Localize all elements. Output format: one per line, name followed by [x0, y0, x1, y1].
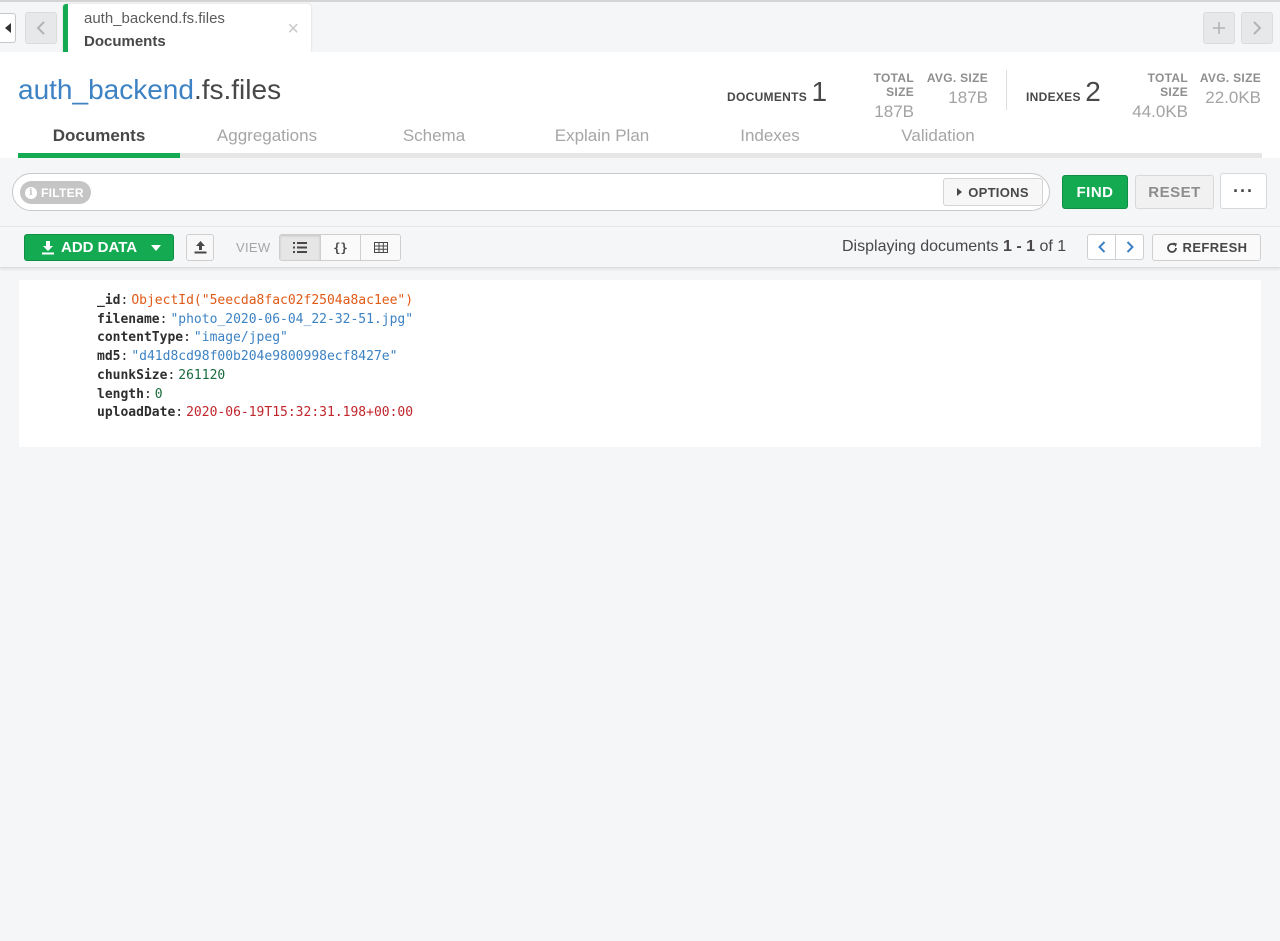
export-collection-button[interactable]	[186, 234, 214, 261]
documents-avg-size: AVG. SIZE 187B	[926, 71, 988, 107]
list-icon	[293, 242, 307, 253]
field-key[interactable]: chunkSize	[97, 368, 167, 383]
table-view-button[interactable]	[360, 235, 400, 260]
field-value[interactable]: 2020-06-19T15:32:31.198+00:00	[186, 405, 413, 420]
collection-title: auth_backend.fs.files	[18, 74, 281, 106]
options-label: OPTIONS	[968, 184, 1029, 200]
chevron-left-icon	[36, 21, 45, 35]
options-button[interactable]: OPTIONS	[943, 178, 1043, 206]
collection-name: .fs.files	[193, 74, 282, 105]
tabs-scroll-left-button[interactable]	[25, 12, 57, 44]
documents-toolbar: ADD DATA VIEW {} Displaying documents 1 …	[0, 226, 1280, 268]
chevron-right-icon	[1126, 241, 1134, 253]
field-key[interactable]: md5	[97, 349, 120, 364]
document-field-row: contentType: "image/jpeg"	[97, 330, 288, 346]
document-field-row: md5: "d41d8cd98f00b204e9800998ecf8427e"	[97, 349, 398, 365]
info-icon: i	[25, 186, 37, 199]
stats-divider	[1006, 70, 1007, 110]
collection-tabs: Documents Aggregations Schema Explain Pl…	[18, 122, 1262, 158]
plus-icon	[1213, 22, 1225, 34]
caret-down-icon	[151, 244, 162, 251]
field-value[interactable]: 0	[155, 387, 163, 402]
reset-button[interactable]: RESET	[1135, 175, 1214, 209]
chevron-left-icon	[1097, 241, 1105, 253]
workspace-tab-strip: auth_backend.fs.files Documents ×	[0, 0, 1280, 54]
tab-validation[interactable]: Validation	[857, 126, 1019, 146]
view-switcher: {}	[279, 234, 401, 261]
caret-right-icon	[957, 188, 963, 196]
field-key[interactable]: uploadDate	[97, 405, 175, 420]
workspace-tab-active[interactable]: auth_backend.fs.files Documents ×	[63, 4, 311, 54]
document-field-row: chunkSize: 261120	[97, 367, 226, 383]
document-field-row: length: 0	[97, 386, 163, 402]
field-key[interactable]: filename	[97, 312, 160, 327]
document-field-row: filename: "photo_2020-06-04_22-32-51.jpg"	[97, 311, 414, 327]
documents-total-size: TOTAL SIZE 187B	[873, 71, 914, 121]
filter-input[interactable]: i FILTER OPTIONS	[12, 173, 1050, 211]
tab-namespace: auth_backend.fs.files	[84, 10, 225, 27]
documents-stat: DOCUMENTS 1	[727, 76, 827, 108]
tab-subtitle: Documents	[84, 33, 166, 50]
indexes-label: INDEXES	[1026, 90, 1081, 104]
add-data-button[interactable]: ADD DATA	[24, 234, 174, 261]
new-tab-button[interactable]	[1203, 12, 1235, 44]
table-icon	[373, 242, 388, 253]
field-key[interactable]: length	[97, 387, 144, 402]
more-options-button[interactable]: ···	[1220, 173, 1267, 209]
indexes-total-size: TOTAL SIZE 44.0KB	[1132, 71, 1188, 121]
add-data-label: ADD DATA	[61, 239, 138, 256]
json-view-button[interactable]: {}	[320, 235, 360, 260]
field-key[interactable]: _id	[97, 293, 120, 308]
document-field-row: uploadDate: 2020-06-19T15:32:31.198+00:00	[97, 405, 414, 421]
query-bar: i FILTER OPTIONS FIND RESET ···	[0, 158, 1280, 226]
chevron-right-icon	[1253, 21, 1262, 35]
caret-left-icon	[4, 23, 11, 33]
document-card[interactable]: _id: ObjectId("5eecda8fac02f2504a8ac1ee")…	[19, 280, 1261, 447]
field-value[interactable]: 261120	[178, 368, 225, 383]
filter-chip-label: FILTER	[41, 185, 84, 200]
list-view-button[interactable]	[280, 235, 320, 260]
document-field-row: _id: ObjectId("5eecda8fac02f2504a8ac1ee")	[97, 293, 414, 308]
field-key[interactable]: contentType	[97, 330, 183, 345]
collection-header: auth_backend.fs.files DOCUMENTS 1 TOTAL …	[0, 52, 1280, 158]
refresh-button[interactable]: REFRESH	[1152, 234, 1261, 261]
pagination-summary: Displaying documents 1 - 1 of 1	[842, 238, 1067, 255]
field-value[interactable]: ObjectId("5eecda8fac02f2504a8ac1ee")	[131, 293, 413, 308]
previous-page-button[interactable]	[1087, 234, 1116, 260]
sidebar-collapse-button[interactable]	[0, 13, 16, 43]
field-value[interactable]: "d41d8cd98f00b204e9800998ecf8427e"	[131, 349, 397, 364]
download-icon	[42, 240, 54, 254]
next-page-button[interactable]	[1115, 234, 1144, 260]
tab-schema[interactable]: Schema	[353, 126, 515, 146]
tabs-scroll-right-button[interactable]	[1241, 12, 1273, 44]
find-button[interactable]: FIND	[1062, 175, 1128, 209]
refresh-icon	[1166, 242, 1177, 253]
database-name-link[interactable]: auth_backend	[18, 74, 194, 105]
upload-icon	[194, 241, 206, 254]
tab-explain-plan[interactable]: Explain Plan	[521, 126, 683, 146]
indexes-count: 2	[1085, 76, 1101, 107]
document-fields: _id: ObjectId("5eecda8fac02f2504a8ac1ee")…	[97, 292, 413, 423]
field-value[interactable]: "photo_2020-06-04_22-32-51.jpg"	[170, 312, 413, 327]
indexes-avg-size: AVG. SIZE 22.0KB	[1199, 71, 1261, 107]
field-value[interactable]: "image/jpeg"	[194, 330, 288, 345]
tab-indexes[interactable]: Indexes	[689, 126, 851, 146]
refresh-label: REFRESH	[1182, 240, 1248, 255]
documents-count: 1	[811, 76, 828, 107]
braces-icon: {}	[333, 240, 348, 255]
indexes-stat: INDEXES 2	[1026, 76, 1101, 108]
tab-aggregations[interactable]: Aggregations	[186, 126, 348, 146]
documents-label: DOCUMENTS	[727, 90, 808, 104]
view-label: VIEW	[236, 240, 271, 255]
close-icon[interactable]: ×	[287, 19, 299, 39]
tab-documents[interactable]: Documents	[18, 126, 180, 158]
pagination-range: 1 - 1	[1002, 238, 1035, 255]
filter-chip: i FILTER	[20, 181, 91, 204]
